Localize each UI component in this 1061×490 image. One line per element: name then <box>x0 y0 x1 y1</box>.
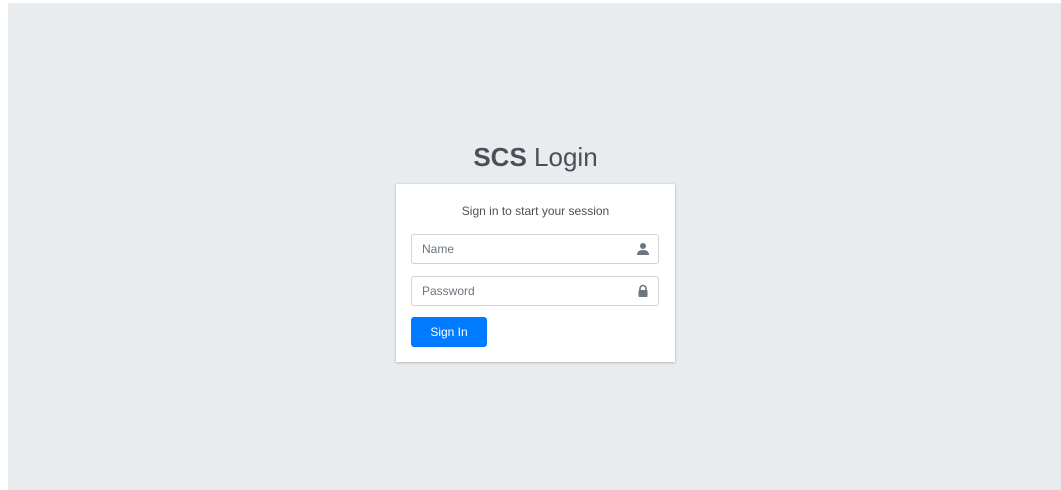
user-icon <box>636 242 650 256</box>
name-input-group <box>411 234 659 264</box>
logo-subtitle: Login <box>534 142 598 172</box>
lock-icon <box>636 284 650 298</box>
sign-in-button[interactable]: Sign In <box>411 317 487 347</box>
logo-brand: SCS <box>473 142 527 172</box>
login-logo: SCS Login <box>396 141 675 173</box>
login-card: Sign in to start your session Sign In <box>396 184 675 362</box>
password-input[interactable] <box>412 277 642 305</box>
password-input-group <box>411 276 659 306</box>
login-box-message: Sign in to start your session <box>461 204 610 218</box>
name-input[interactable] <box>412 235 642 263</box>
